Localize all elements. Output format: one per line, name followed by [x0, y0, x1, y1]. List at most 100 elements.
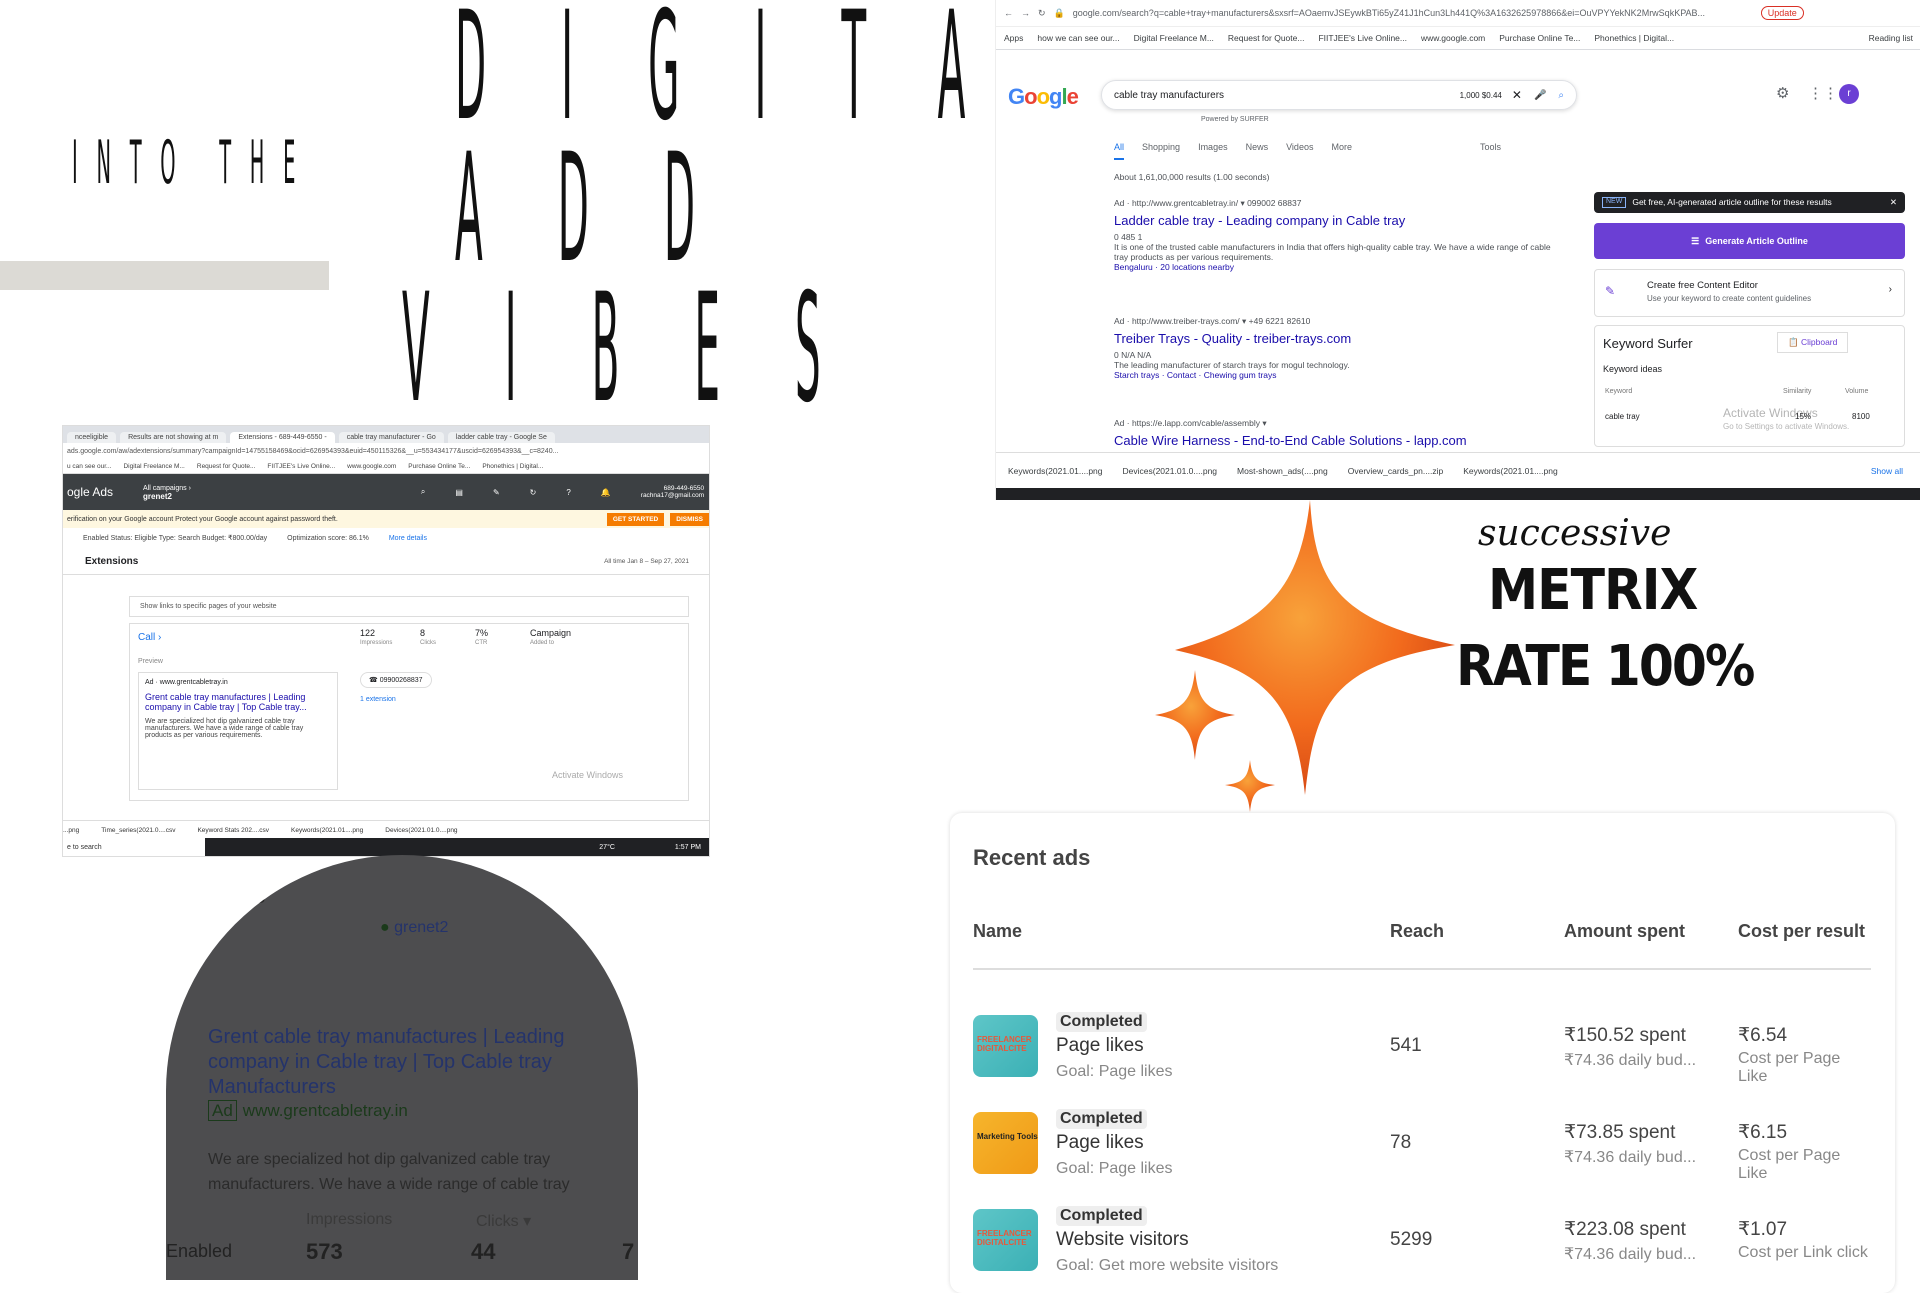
help-icon[interactable]: ? [566, 488, 570, 497]
ad-name[interactable]: Website visitors [1056, 1229, 1189, 1251]
bookmark[interactable]: FIITJEE's Live Online... [267, 463, 335, 470]
account-info[interactable]: 689-449-6550 rachna17@gmail.com [641, 485, 704, 499]
phone-chip[interactable]: ☎ 09900268837 [360, 672, 432, 688]
download-item[interactable]: Keywords(2021.01....png [1463, 466, 1558, 476]
mic-icon[interactable]: 🎤 [1534, 90, 1546, 101]
clear-icon[interactable]: ✕ [1512, 88, 1522, 102]
sparkle-icon [1155, 500, 1455, 812]
download-item[interactable]: Keywords(2021.01....png [291, 827, 363, 834]
extension-count[interactable]: 1 extension [360, 696, 396, 703]
ads-logo[interactable]: ogle Ads [67, 485, 113, 499]
browser-tab[interactable]: Extensions - 689-449-6550 - [230, 432, 335, 443]
bookmark[interactable]: Apps [1004, 33, 1023, 43]
tab-all[interactable]: All [1114, 142, 1125, 160]
clipboard-button[interactable]: 📋 Clipboard [1777, 332, 1849, 353]
bookmark[interactable]: how we can see our... [1037, 33, 1119, 43]
download-item[interactable]: Time_series(2021.0....csv [101, 827, 175, 834]
ad-name[interactable]: Page likes [1056, 1035, 1144, 1057]
ad-name[interactable]: Page likes [1056, 1132, 1144, 1154]
close-icon[interactable]: ✕ [1890, 197, 1897, 208]
download-item[interactable]: Devices(2021.01.0....png [1123, 466, 1218, 476]
browser-tab[interactable]: nceeligible [67, 432, 117, 443]
bookmark[interactable]: Phonethics | Digital... [1594, 33, 1674, 43]
notifications-icon[interactable]: 🔔 [601, 488, 611, 497]
reports-icon[interactable]: ▤ [455, 488, 463, 497]
update-button[interactable]: Update [1760, 6, 1804, 20]
download-item[interactable]: Overview_cards_pn....zip [1348, 466, 1443, 476]
get-started-button[interactable]: GET STARTED [606, 512, 665, 526]
apps-icon[interactable]: ⋮⋮ [1808, 84, 1838, 102]
result-title[interactable]: Treiber Trays - Quality - treiber-trays.… [1114, 331, 1554, 346]
search-query[interactable]: cable tray manufacturers [1114, 90, 1460, 101]
bookmark[interactable]: FIITJEE's Live Online... [1318, 33, 1407, 43]
tab-tools[interactable]: Tools [1480, 142, 1501, 160]
table-row[interactable]: FREELANCER DIGITALCITE Completed Website… [973, 1206, 1873, 1293]
preview-title[interactable]: Grent cable tray manufactures | Leading … [145, 692, 331, 712]
generate-outline-button[interactable]: ☰ Generate Article Outline [1594, 223, 1905, 259]
powered-by: Powered by SURFER [1201, 116, 1269, 123]
forward-icon[interactable]: → [1021, 8, 1030, 18]
download-item[interactable]: Keywords(2021.01....png [1008, 466, 1103, 476]
google-logo[interactable]: Google [1008, 84, 1079, 110]
table-row[interactable]: Marketing Tools Completed Page likes Goa… [973, 1109, 1873, 1200]
arch-clicks-label: Clicks ▾ [476, 1211, 531, 1231]
refresh-icon[interactable]: ↻ [530, 488, 537, 497]
ideas-label[interactable]: Keyword ideas [1603, 364, 1662, 374]
result-title[interactable]: Cable Wire Harness - End-to-End Cable So… [1114, 433, 1554, 448]
settings-icon[interactable]: ⚙ [1776, 84, 1789, 102]
avatar[interactable]: r [1839, 84, 1859, 104]
bookmark[interactable]: www.google.com [347, 463, 396, 470]
bookmark[interactable]: Request for Quote... [1228, 33, 1305, 43]
search-icon[interactable]: ⌕ [421, 487, 425, 497]
more-details-link[interactable]: More details [389, 535, 427, 542]
content-editor-card[interactable]: ✎ Create free Content Editor Use your ke… [1594, 269, 1905, 317]
download-item[interactable]: Most-shown_ads(....png [1237, 466, 1328, 476]
download-item[interactable]: ...png [63, 827, 79, 834]
download-item[interactable]: Keyword Stats 202....csv [197, 827, 269, 834]
bookmark[interactable]: Digital Freelance M... [1134, 33, 1214, 43]
ad-url[interactable]: www.grentcabletray.in [243, 1101, 408, 1120]
date-range[interactable]: All time Jan 8 – Sep 27, 2021 [604, 558, 689, 565]
bookmark[interactable]: Purchase Online Te... [1499, 33, 1580, 43]
dismiss-button[interactable]: DISMISS [670, 512, 709, 526]
kw-row[interactable]: cable tray [1605, 412, 1640, 421]
search-icon[interactable]: ⌕ [1558, 90, 1564, 101]
tab-videos[interactable]: Videos [1286, 142, 1313, 160]
show-all-button[interactable]: Show all [1871, 466, 1903, 476]
search-input[interactable]: cable tray manufacturers 1,000 $0.44 ✕ 🎤… [1101, 80, 1577, 110]
ad-cost: ₹6.15 [1738, 1122, 1788, 1143]
bookmark[interactable]: Purchase Online Te... [408, 463, 470, 470]
table-row[interactable]: FREELANCER DIGITALCITE Completed Page li… [973, 1012, 1873, 1103]
tab-images[interactable]: Images [1198, 142, 1228, 160]
tab-more[interactable]: More [1331, 142, 1352, 160]
search-tabs: All Shopping Images News Videos More Too… [1114, 142, 1501, 160]
thumb-text: FREELANCER DIGITALCITE [977, 1035, 1032, 1053]
taskbar-search[interactable]: e to search [63, 838, 205, 856]
tab-news[interactable]: News [1246, 142, 1269, 160]
account-switcher[interactable]: All campaigns › grenet2 [143, 483, 191, 501]
result-links[interactable]: Starch trays · Contact · Chewing gum tra… [1114, 370, 1554, 380]
bookmark[interactable]: Phonethics | Digital... [482, 463, 543, 470]
tab-shopping[interactable]: Shopping [1142, 142, 1180, 160]
address-bar[interactable]: ← → ↻ 🔒 google.com/search?q=cable+tray+m… [996, 0, 1920, 27]
reading-list[interactable]: Reading list [1869, 33, 1913, 43]
bookmark[interactable]: Request for Quote... [197, 463, 256, 470]
browser-tab[interactable]: Results are not showing at m [120, 432, 227, 443]
search-result: Ad · http://www.treiber-trays.com/ ▾ +49… [1114, 316, 1554, 380]
tools-icon[interactable]: ✎ [493, 488, 500, 497]
call-link[interactable]: Call › [138, 632, 161, 643]
bookmark[interactable]: Digital Freelance M... [123, 463, 184, 470]
url-text[interactable]: google.com/search?q=cable+tray+manufactu… [1073, 8, 1753, 18]
browser-tab[interactable]: cable tray manufacturer - Go [338, 432, 444, 443]
browser-tab[interactable]: ladder cable tray - Google Se [447, 432, 555, 443]
download-item[interactable]: Devices(2021.01.0....png [385, 827, 457, 834]
result-title[interactable]: Ladder cable tray - Leading company in C… [1114, 213, 1554, 228]
back-icon[interactable]: ← [1004, 8, 1013, 18]
arch-ad-title[interactable]: Grent cable tray manufactures | Leading … [208, 1025, 608, 1100]
arch-ctr: 7 [622, 1239, 635, 1264]
reload-icon[interactable]: ↻ [1038, 8, 1046, 19]
address-bar[interactable]: ads.google.com/aw/adextensions/summary?c… [63, 443, 709, 459]
bookmark[interactable]: www.google.com [1421, 33, 1485, 43]
result-links[interactable]: Bengaluru · 20 locations nearby [1114, 262, 1554, 272]
bookmark[interactable]: u can see our... [67, 463, 111, 470]
